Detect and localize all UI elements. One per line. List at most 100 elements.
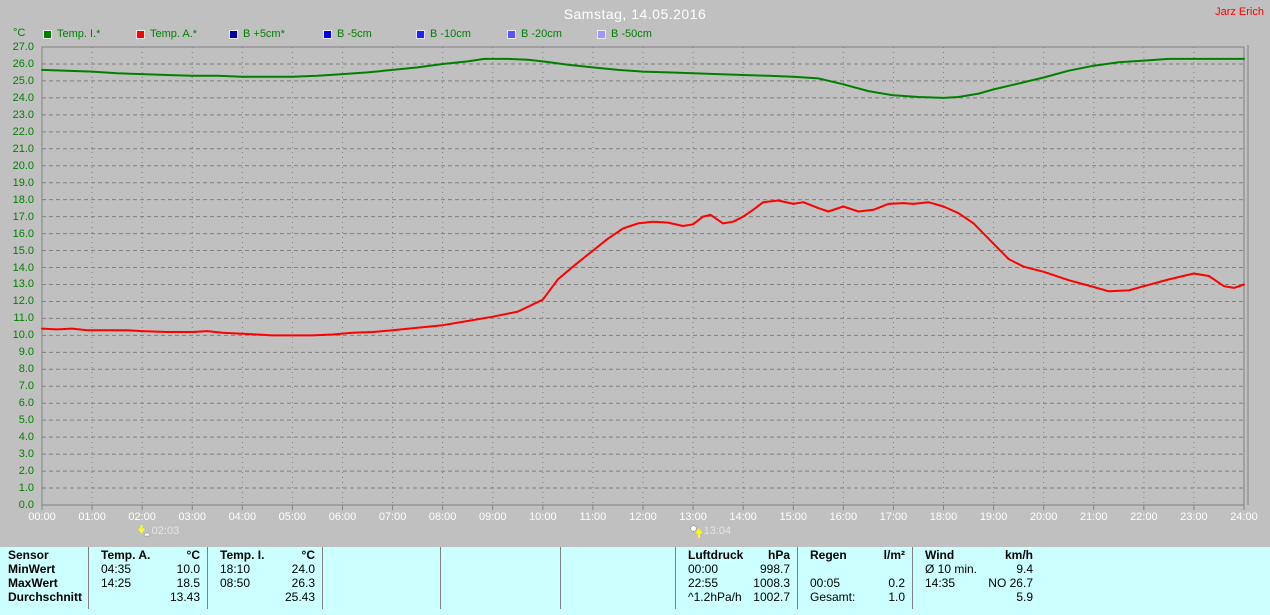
cell-value [668, 562, 675, 576]
cell-time: 14:35 [925, 576, 956, 590]
x-tick-label: 01:00 [78, 511, 106, 523]
x-tick-label: 12:00 [629, 511, 657, 523]
cell-time: 08:50 [220, 576, 251, 590]
plot-border [41, 46, 1245, 506]
column-unit [668, 548, 675, 562]
cell-time [323, 576, 335, 590]
x-tick-label: 16:00 [829, 511, 858, 523]
table-column-empty [560, 547, 675, 609]
y-tick-label: 10.0 [12, 329, 34, 342]
cell-time: 00:05 [810, 576, 841, 590]
x-tick-label: 08:00 [428, 511, 457, 523]
cell-time: Gesamt: [810, 590, 856, 604]
y-tick-label: 0.0 [18, 499, 34, 511]
column-unit: °C [301, 548, 315, 562]
y-tick-label: 26.0 [12, 57, 34, 70]
cell-value: 18.5 [176, 576, 200, 590]
y-tick-label: 3.0 [18, 448, 34, 461]
cell-value: 0.2 [888, 576, 905, 590]
column-name [441, 548, 453, 562]
cell-value [668, 576, 675, 590]
table-column-regen: Regen l/m² 00:05 0.2 Gesamt: 1.0 [797, 547, 912, 609]
table-column-luftdruck: Luftdruck hPa 00:00 998.7 22:55 1008.3 ^1.2hPa… [675, 547, 797, 609]
cell-value: 10.0 [176, 562, 200, 576]
y-tick-label: 12.0 [12, 295, 34, 308]
table-column-empty [322, 547, 440, 609]
x-tick-label: 03:00 [178, 511, 207, 523]
x-tick-label: 20:00 [1029, 511, 1058, 523]
cell-time [323, 562, 335, 576]
table-row-label: Sensor [8, 548, 49, 562]
y-tick-label: 23.0 [12, 108, 34, 121]
column-name: Luftdruck [688, 548, 744, 562]
column-unit: l/m² [883, 548, 905, 562]
y-tick-label: 8.0 [18, 363, 34, 376]
cell-value [553, 590, 560, 604]
cell-time: Ø 10 min. [925, 562, 978, 576]
column-unit: hPa [767, 548, 790, 562]
column-name [561, 548, 573, 562]
cell-value: 9.4 [1016, 562, 1033, 576]
y-tick-label: 11.0 [13, 312, 34, 325]
y-tick-label: 15.0 [12, 244, 34, 257]
weather-logger-screen: { "header": { "title": "Samstag, 14.05.2… [0, 0, 1270, 615]
x-tick-label: 06:00 [328, 511, 357, 523]
cell-time [561, 562, 573, 576]
moonset-icon [137, 525, 151, 543]
cell-time [441, 562, 453, 576]
column-name: Regen [810, 548, 847, 562]
cell-time [561, 590, 573, 604]
stats-table: Sensor MinWert MaxWert Durchschnitt Temp. A.… [0, 547, 1270, 615]
x-tick-label: 22:00 [1130, 511, 1158, 523]
table-filler [1040, 547, 1270, 609]
cell-time [208, 590, 220, 604]
y-tick-label: 13.0 [12, 278, 34, 291]
y-tick-label: 25.0 [12, 74, 34, 87]
y-tick-label: 21.0 [12, 142, 34, 155]
x-tick-label: 00:00 [28, 511, 56, 523]
cell-time [323, 590, 335, 604]
column-unit: km/h [1004, 548, 1033, 562]
cell-value [668, 590, 675, 604]
y-tick-label: 16.0 [12, 227, 34, 240]
cell-value [433, 576, 440, 590]
cell-time [798, 562, 810, 576]
y-tick-label: 7.0 [18, 380, 34, 393]
marker-time-label: 02:03 [151, 525, 180, 537]
y-tick-label: 4.0 [18, 431, 34, 444]
cell-value: 13.43 [169, 590, 200, 604]
x-tick-label: 15:00 [779, 511, 808, 523]
table-row-label: MinWert [8, 562, 56, 576]
table-row-labels-column: Sensor MinWert MaxWert Durchschnitt [0, 547, 88, 609]
cell-value [905, 562, 912, 576]
x-tick-label: 18:00 [929, 511, 958, 523]
x-tick-label: 11:00 [579, 511, 607, 523]
cell-time [913, 590, 925, 604]
cell-time: 22:55 [688, 576, 719, 590]
x-tick-label: 10:00 [529, 511, 557, 523]
x-tick-label: 17:00 [879, 511, 908, 523]
marker-moonset: 02:03 [137, 525, 180, 543]
cell-value: 25.43 [284, 590, 315, 604]
y-tick-label: 9.0 [18, 346, 34, 359]
cell-value: 1002.7 [753, 590, 790, 604]
column-unit [553, 548, 560, 562]
x-tick-label: 07:00 [378, 511, 407, 523]
x-tick-label: 05:00 [278, 511, 307, 523]
y-tick-label: 20.0 [12, 159, 34, 172]
column-name: Temp. A. [101, 548, 151, 562]
cell-value [553, 576, 560, 590]
y-tick-label: 24.0 [12, 91, 34, 104]
cell-value: NO 26.7 [988, 576, 1033, 590]
marker-moonrise: 13:04 [690, 525, 731, 543]
table-column-temp-i-: Temp. I. °C 18:10 24.0 08:50 26.3 25.43 [207, 547, 322, 609]
cell-value: 1008.3 [753, 576, 790, 590]
y-tick-label: 14.0 [12, 261, 34, 274]
cell-value: 24.0 [291, 562, 315, 576]
x-tick-label: 09:00 [478, 511, 507, 523]
x-tick-label: 04:00 [228, 511, 257, 523]
column-name: Wind [925, 548, 955, 562]
cell-time: 00:00 [688, 562, 719, 576]
column-name: Temp. I. [220, 548, 265, 562]
y-tick-label: 27.0 [12, 41, 34, 53]
